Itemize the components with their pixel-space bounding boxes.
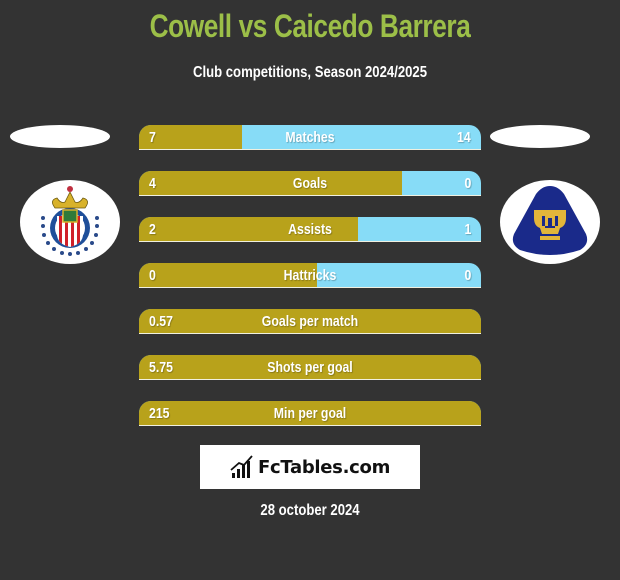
left-value: 7 <box>149 129 156 146</box>
stat-label: Goals <box>292 175 328 192</box>
brand-name: FcTables.com <box>257 456 391 478</box>
stat-row-goals-per-match: 0.57 Goals per match <box>139 309 481 334</box>
stat-label: Assists <box>288 221 332 238</box>
right-value: 0 <box>464 267 471 284</box>
stat-label: Shots per goal <box>267 359 353 376</box>
pumas-unam-crest-icon <box>512 186 588 255</box>
bar-chart-icon <box>230 455 253 478</box>
page-title: Cowell vs Caicedo Barrera <box>149 8 471 44</box>
right-value: 0 <box>464 175 471 192</box>
left-club-logo[interactable] <box>20 180 120 264</box>
stat-label: Hattricks <box>283 267 337 284</box>
chivas-guadalajara-crest-icon <box>41 186 99 256</box>
right-player-badge <box>490 125 590 148</box>
left-value: 2 <box>149 221 156 238</box>
page-subtitle: Club competitions, Season 2024/2025 <box>192 64 428 81</box>
right-value: 1 <box>464 221 471 238</box>
left-value: 4 <box>149 175 156 192</box>
stat-row-goals: 4 Goals 0 <box>139 171 481 196</box>
stat-label: Goals per match <box>261 313 359 330</box>
right-club-logo[interactable] <box>500 180 600 264</box>
left-player-badge <box>10 125 110 148</box>
stat-label: Min per goal <box>273 405 347 422</box>
left-value: 0 <box>149 267 156 284</box>
fctables-logo[interactable]: FcTables.com <box>200 445 420 489</box>
stat-row-min-per-goal: 215 Min per goal <box>139 401 481 426</box>
report-date: 28 october 2024 <box>260 502 360 519</box>
stat-row-shots-per-goal: 5.75 Shots per goal <box>139 355 481 380</box>
stat-row-hattricks: 0 Hattricks 0 <box>139 263 481 288</box>
stat-row-assists: 2 Assists 1 <box>139 217 481 242</box>
stat-row-matches: 7 Matches 14 <box>139 125 481 150</box>
stat-label: Matches <box>285 129 335 146</box>
left-value: 215 <box>149 405 170 422</box>
right-value: 14 <box>457 129 471 146</box>
